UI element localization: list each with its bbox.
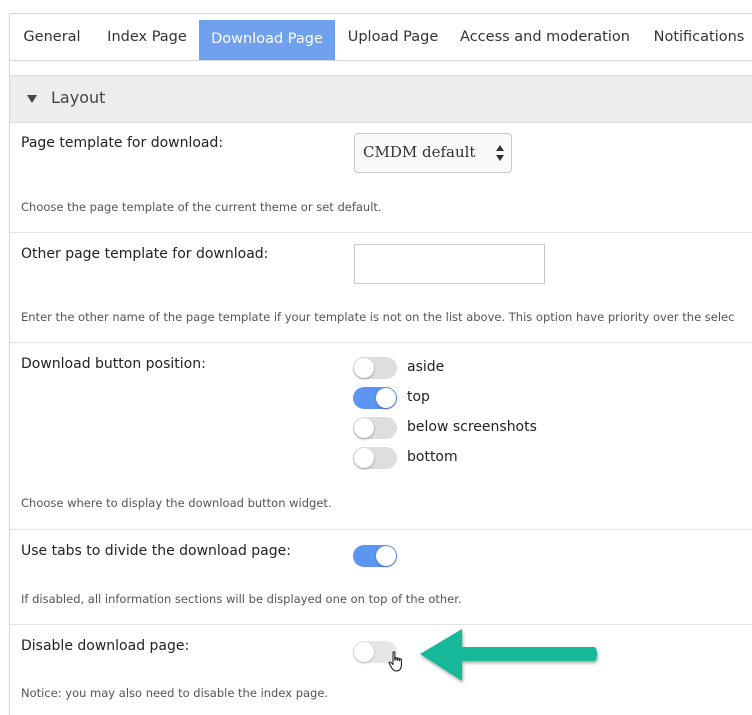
tab-access-and-moderation[interactable]: Access and moderation [460,14,630,61]
other-template-label: Other page template for download: [21,246,269,262]
callout-arrow-icon [420,629,597,681]
option-aside-label: aside [407,359,445,375]
row-divider [10,342,752,343]
settings-tabs: General Index Page Download Page Upload … [10,13,752,62]
tab-notifications[interactable]: Notifications [646,14,752,61]
tab-upload-page[interactable]: Upload Page [343,14,443,61]
other-template-input[interactable] [354,244,545,284]
toggle-knob [376,546,396,566]
tab-download-page[interactable]: Download Page [199,20,335,61]
option-below-screenshots-label: below screenshots [407,419,537,435]
toggle-below-screenshots[interactable] [353,417,397,439]
disable-page-label: Disable download page: [21,638,190,654]
option-bottom-label: bottom [407,449,458,465]
triangle-down-icon [27,95,37,103]
use-tabs-toggle[interactable] [353,545,397,567]
toggle-knob [354,448,374,468]
row-divider [10,529,752,530]
disable-page-description: Notice: you may also need to disable the… [21,686,329,700]
use-tabs-description: If disabled, all information sections wi… [21,592,462,606]
button-position-description: Choose where to display the download but… [21,496,332,510]
toggle-aside[interactable] [353,357,397,379]
option-top-label: top [407,389,430,405]
row-divider [10,624,752,625]
settings-page: General Index Page Download Page Upload … [0,0,752,715]
row-divider [10,232,752,233]
layout-section-header[interactable]: Layout [10,75,752,123]
select-updown-icon [496,145,505,163]
tab-index-page[interactable]: Index Page [102,14,192,61]
toggle-knob [354,358,374,378]
use-tabs-label: Use tabs to divide the download page: [21,543,291,559]
toggle-knob [354,418,374,438]
page-template-selected-value: CMDM default [363,143,476,161]
toggle-knob [376,388,396,408]
page-template-select[interactable]: CMDM default [354,133,512,173]
toggle-knob [354,642,374,662]
toggle-top[interactable] [353,387,397,409]
other-template-description: Enter the other name of the page templat… [21,310,735,324]
tabs-divider [10,60,752,61]
toggle-bottom[interactable] [353,447,397,469]
section-title: Layout [51,88,106,107]
hand-cursor-icon [388,651,402,672]
page-template-description: Choose the page template of the current … [21,200,382,214]
tab-general[interactable]: General [18,14,86,61]
page-template-label: Page template for download: [21,135,224,151]
button-position-label: Download button position: [21,356,206,372]
